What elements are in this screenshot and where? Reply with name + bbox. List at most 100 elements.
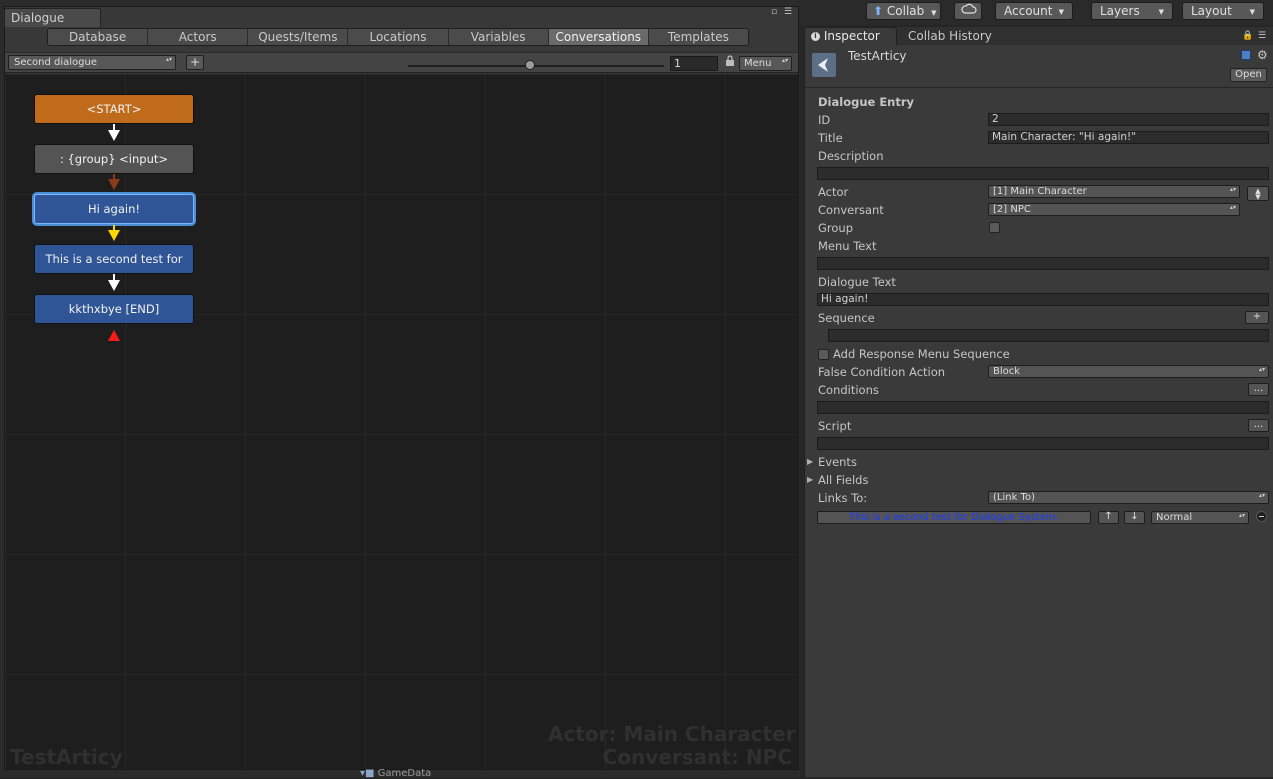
links-to-dropdown[interactable]: (Link To) — [988, 491, 1269, 504]
group-label: Group — [818, 221, 854, 235]
sequence-field[interactable] — [828, 329, 1269, 342]
dialogue-window-tab[interactable]: Dialogue — [4, 8, 101, 27]
actor-dropdown[interactable]: [1] Main Character — [988, 185, 1240, 198]
dialogue-text-field[interactable]: Hi again! — [817, 293, 1269, 306]
conversant-label: Conversant — [818, 203, 884, 217]
conversant-dropdown[interactable]: [2] NPC — [988, 203, 1240, 216]
dialogue-text-label: Dialogue Text — [818, 275, 896, 289]
actor-label: Actor — [818, 185, 849, 199]
project-tab[interactable]: ▾■ GameData — [360, 768, 480, 779]
watermark-database: TestArticy — [10, 745, 123, 769]
script-edit-button[interactable]: ... — [1248, 419, 1269, 432]
sequence-add-button[interactable]: + — [1245, 311, 1269, 324]
title-label: Title — [818, 131, 843, 145]
chevron-down-icon: ▼ — [1158, 8, 1164, 16]
title-field[interactable]: Main Character: "Hi again!" — [988, 131, 1269, 144]
node-hi-again-selected[interactable]: Hi again! — [34, 194, 194, 224]
cloud-icon — [961, 3, 977, 18]
link-arrow-white — [108, 280, 120, 291]
conversation-dropdown[interactable]: Second dialogue — [8, 55, 176, 70]
group-checkbox[interactable] — [989, 222, 1000, 233]
conditions-label: Conditions — [818, 383, 879, 397]
link-priority-dropdown[interactable]: Normal — [1151, 511, 1249, 524]
end-marker-red — [108, 330, 120, 341]
node-second-test[interactable]: This is a second test for — [34, 244, 194, 274]
watermark-conversant: Conversant: NPC — [602, 745, 792, 769]
swap-actor-button[interactable]: ▲ ▼ — [1247, 186, 1269, 201]
open-button[interactable]: Open — [1230, 68, 1267, 82]
node-end[interactable]: kkthxbye [END] — [34, 294, 194, 324]
tab-actors[interactable]: Actors — [148, 29, 249, 45]
info-icon: i — [811, 32, 820, 41]
menu-text-label: Menu Text — [818, 239, 877, 253]
sequence-label: Sequence — [818, 311, 875, 325]
chevron-down-icon: ▼ — [1249, 8, 1255, 16]
chevron-down-icon: ▼ — [931, 9, 937, 17]
id-label: ID — [818, 113, 831, 127]
maximize-icon[interactable]: ▫ — [771, 8, 777, 17]
events-foldout[interactable]: Events — [818, 455, 857, 469]
remove-link-icon[interactable] — [1256, 511, 1267, 522]
account-label: Account — [1004, 4, 1053, 18]
tab-inspector[interactable]: i Inspector — [804, 27, 897, 45]
all-fields-foldout[interactable]: All Fields — [818, 473, 868, 487]
layers-button[interactable]: Layers ▼ — [1091, 2, 1173, 20]
script-field[interactable] — [817, 437, 1269, 450]
add-conversation-button[interactable]: + — [186, 55, 204, 70]
menu-text-field[interactable] — [817, 257, 1269, 270]
inspector-divider — [805, 87, 1273, 88]
script-label: Script — [818, 419, 852, 433]
menu-dropdown[interactable]: Menu — [739, 56, 792, 71]
description-label: Description — [818, 149, 884, 163]
collab-upload-icon: ⬆ — [873, 4, 884, 18]
conditions-edit-button[interactable]: ... — [1248, 383, 1269, 396]
zoom-field[interactable]: 1 — [670, 56, 718, 71]
object-name: TestArticy — [848, 49, 907, 63]
false-condition-action-label: False Condition Action — [818, 365, 946, 379]
tab-conversations[interactable]: Conversations — [548, 29, 649, 45]
tab-templates[interactable]: Templates — [648, 29, 748, 45]
window-menu-icon[interactable]: ☰ — [784, 8, 792, 17]
project-tab-label: GameData — [377, 768, 432, 779]
tab-locations[interactable]: Locations — [348, 29, 449, 45]
conditions-field[interactable] — [817, 401, 1269, 414]
gear-icon[interactable]: ⚙ — [1257, 48, 1268, 62]
id-field[interactable]: 2 — [988, 113, 1269, 126]
script-icon[interactable] — [1241, 50, 1251, 60]
move-link-down-button[interactable]: ↓ — [1124, 511, 1145, 524]
link-arrow-brown — [108, 179, 120, 190]
all-fields-foldout-icon[interactable]: ▶ — [807, 475, 813, 484]
description-field[interactable] — [817, 167, 1269, 180]
false-condition-action-dropdown[interactable]: Block — [988, 365, 1269, 378]
lock-icon[interactable]: 🔒 — [1242, 32, 1253, 41]
watermark-actor: Actor: Main Character — [548, 722, 796, 746]
layers-label: Layers — [1100, 4, 1140, 18]
tab-variables[interactable]: Variables — [448, 29, 549, 45]
events-foldout-icon[interactable]: ▶ — [807, 457, 813, 466]
tab-database[interactable]: Database — [48, 29, 149, 45]
lock-icon[interactable] — [725, 55, 735, 67]
tab-inspector-label: Inspector — [823, 29, 880, 43]
zoom-slider-track[interactable] — [408, 65, 664, 67]
link-arrow-yellow — [108, 230, 120, 241]
add-response-menu-sequence-checkbox[interactable] — [818, 349, 829, 360]
dialogue-database-icon — [812, 53, 836, 77]
conversation-canvas[interactable] — [5, 74, 798, 769]
account-button[interactable]: Account ▼ — [995, 2, 1073, 20]
node-group-input[interactable]: : {group} <input> — [34, 144, 194, 174]
move-link-up-button[interactable]: ↑ — [1098, 511, 1119, 524]
collab-button[interactable]: ⬆ Collab ▼ — [866, 2, 941, 20]
link-target-button[interactable]: This is a second test for Dialogue Syste… — [817, 511, 1091, 524]
tab-quests-items[interactable]: Quests/Items — [248, 29, 349, 45]
links-to-label: Links To: — [818, 491, 868, 505]
database-tabs: Database Actors Quests/Items Locations V… — [47, 28, 749, 46]
panel-menu-icon[interactable]: ☰ — [1258, 32, 1266, 41]
link-arrow-white — [108, 130, 120, 141]
layout-button[interactable]: Layout ▼ — [1182, 2, 1264, 20]
node-start[interactable]: <START> — [34, 94, 194, 124]
tab-collab-history[interactable]: Collab History — [902, 27, 1002, 45]
collab-label: Collab — [886, 4, 925, 18]
zoom-slider-thumb[interactable] — [525, 60, 535, 70]
section-title: Dialogue Entry — [818, 95, 915, 109]
cloud-button[interactable] — [954, 2, 982, 20]
